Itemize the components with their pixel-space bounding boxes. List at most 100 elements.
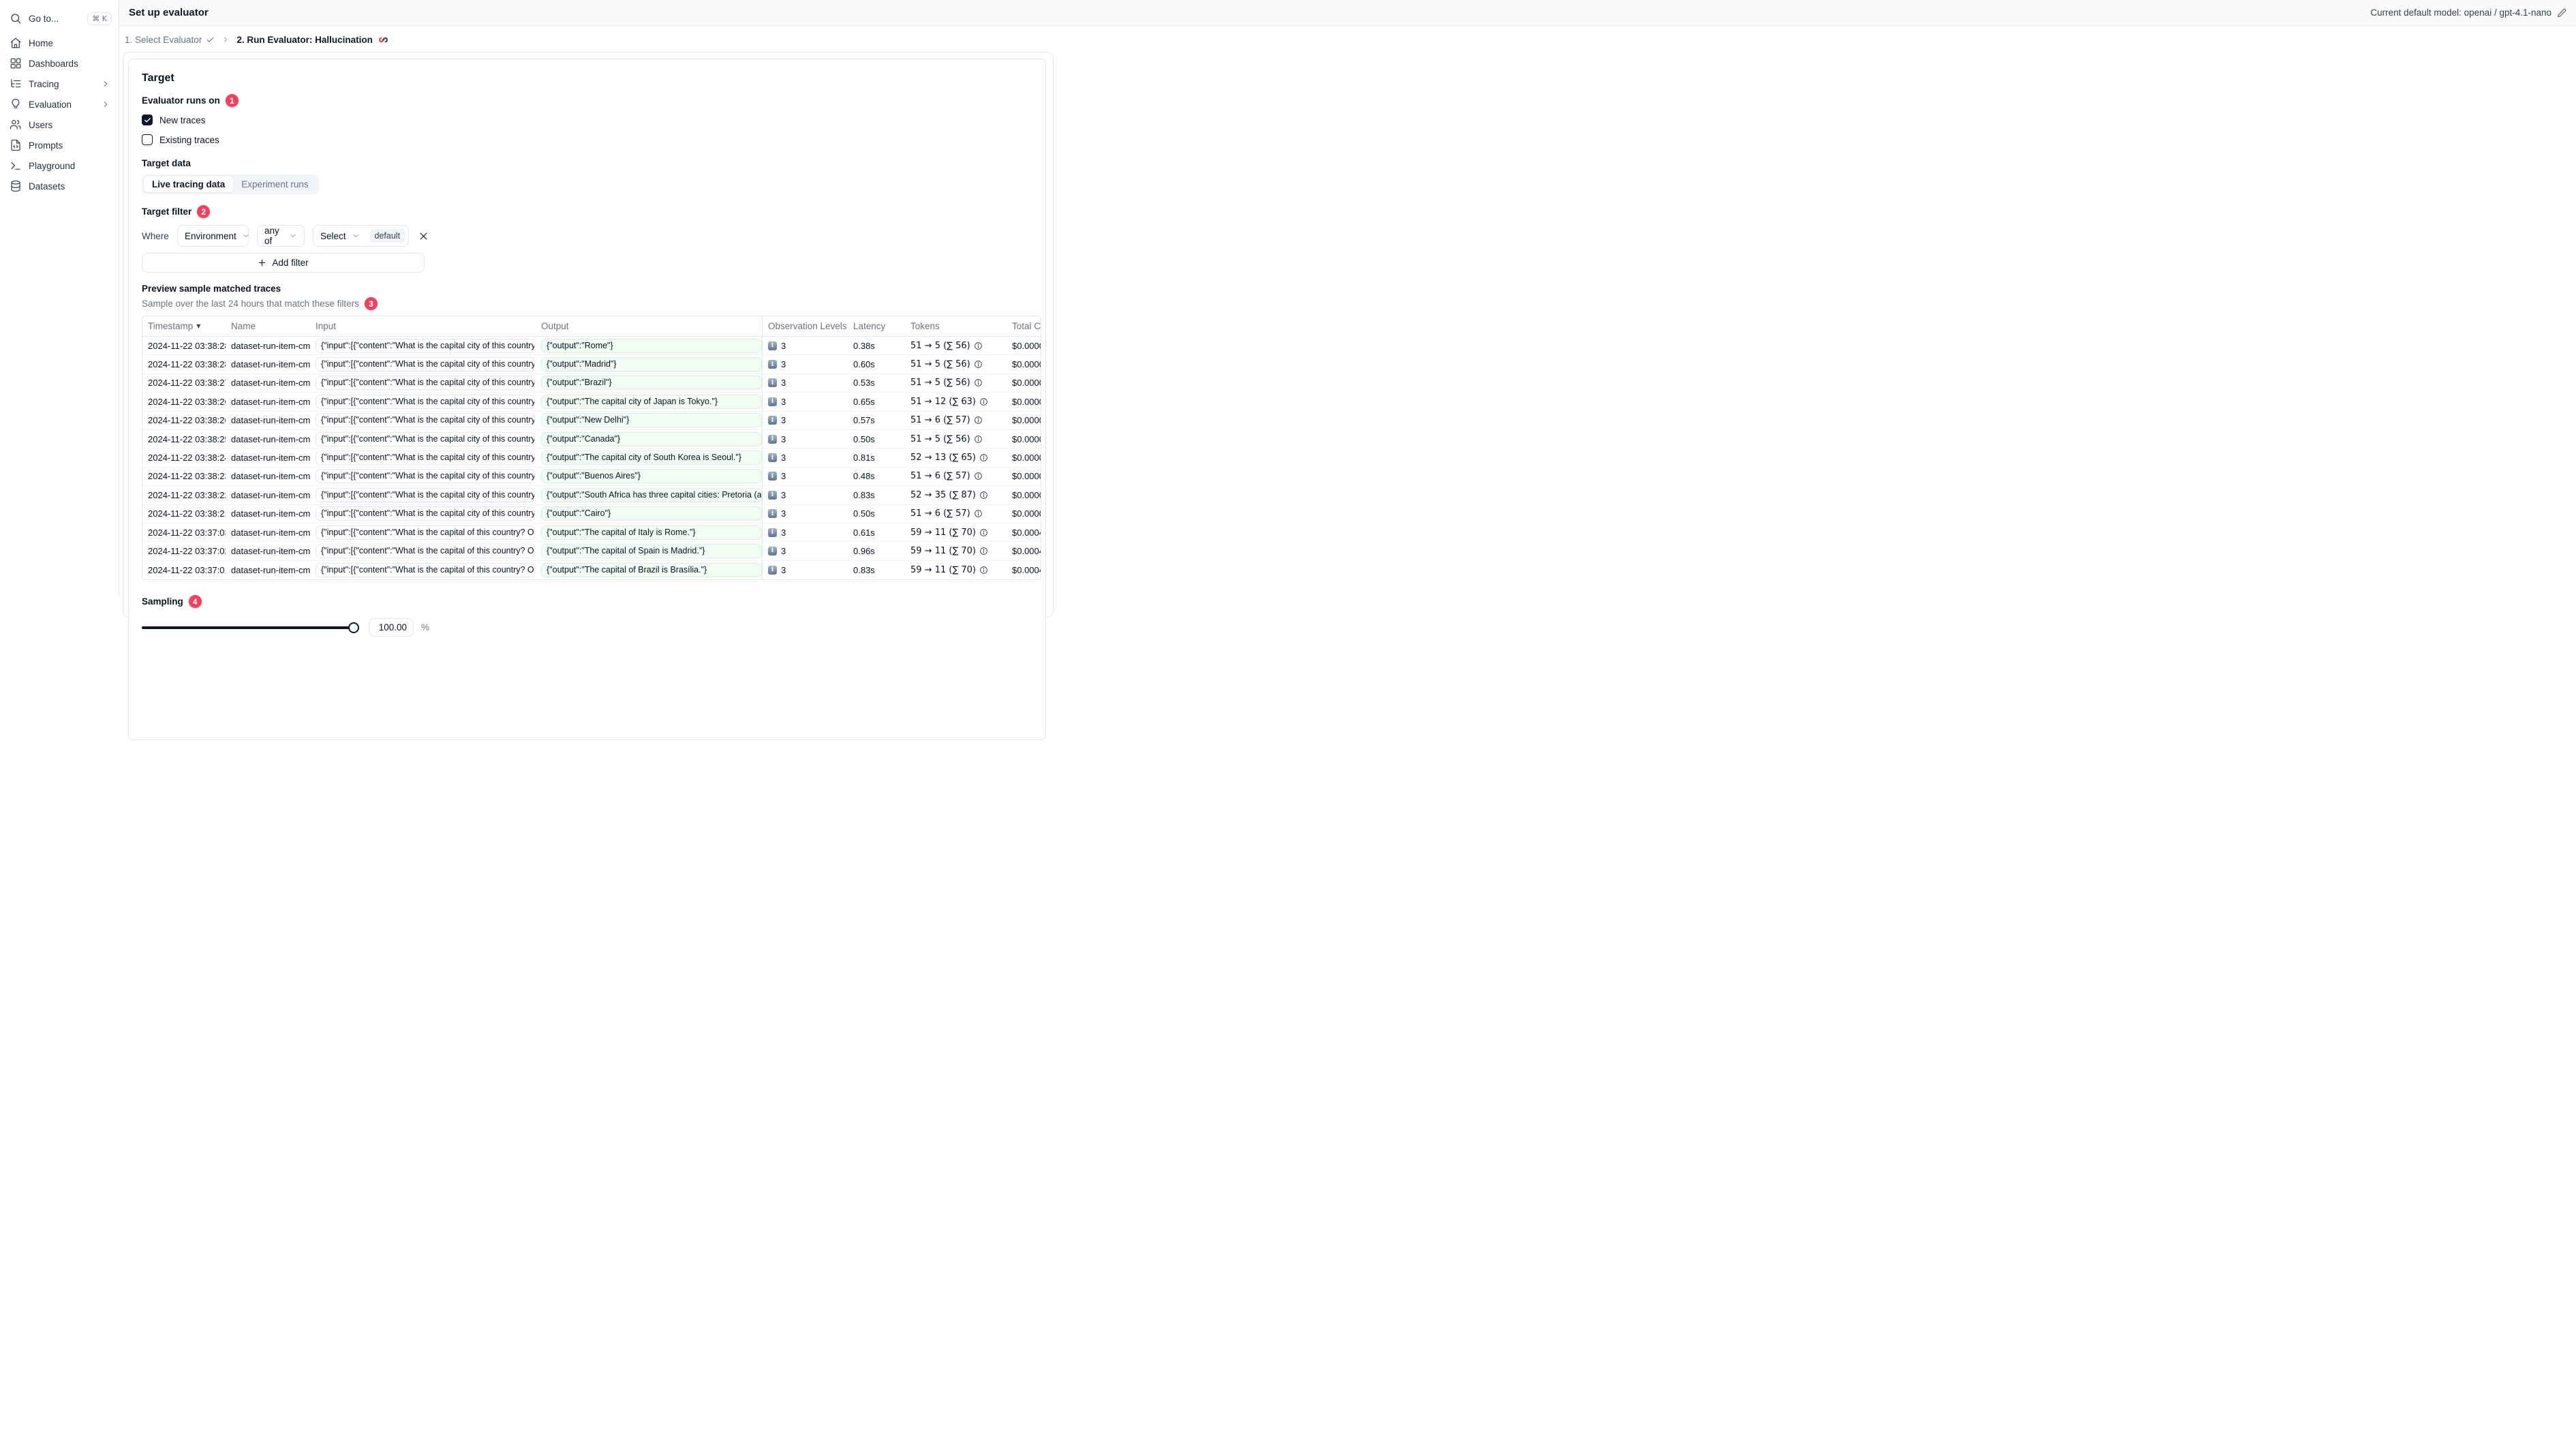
output-pill[interactable]: {"output":"Rome"} bbox=[541, 338, 762, 353]
add-filter-button[interactable]: Add filter bbox=[142, 253, 425, 273]
plus-icon bbox=[258, 258, 266, 267]
tab-experiment-runs[interactable]: Experiment runs bbox=[233, 177, 316, 192]
cell-total-cost: $0.000011 ( bbox=[1012, 433, 1041, 444]
step-badge-4: 4 bbox=[188, 595, 202, 609]
table-row: 2024-11-22 03:38:28 dataset-run-item-cm3… bbox=[142, 337, 1041, 356]
filter-value-select[interactable]: Select default bbox=[313, 225, 409, 247]
topbar: Set up evaluator Current default model: … bbox=[119, 0, 2576, 26]
sidebar-item-evaluation[interactable]: Evaluation bbox=[0, 94, 119, 115]
output-pill[interactable]: {"output":"The capital city of South Kor… bbox=[541, 451, 762, 466]
cell-observation-count: 3 bbox=[781, 340, 786, 351]
sidebar-item-prompts[interactable]: Prompts bbox=[0, 135, 119, 155]
filter-field-select[interactable]: Environment bbox=[177, 225, 249, 247]
output-pill[interactable]: {"output":"Brazil"} bbox=[541, 376, 762, 391]
cell-name: dataset-run-item-cm3s4 bbox=[231, 396, 310, 407]
input-pill[interactable]: {"input":[{"content":"What is the capita… bbox=[316, 413, 535, 428]
sidebar-item-datasets[interactable]: Datasets bbox=[0, 176, 119, 196]
checkbox-existing-traces[interactable]: Existing traces bbox=[142, 133, 1032, 147]
info-circle-icon[interactable] bbox=[979, 566, 988, 575]
home-icon bbox=[10, 37, 22, 49]
info-circle-icon[interactable] bbox=[979, 397, 988, 406]
checkbox-unchecked-icon[interactable] bbox=[142, 134, 153, 145]
sampling-value-input[interactable]: 100.00 bbox=[369, 618, 414, 637]
slider-handle[interactable] bbox=[348, 622, 359, 633]
info-circle-icon[interactable] bbox=[974, 378, 983, 387]
info-circle-icon[interactable] bbox=[974, 472, 983, 481]
cell-name: dataset-run-item-cm3s4 bbox=[231, 359, 310, 370]
sidebar-item-home[interactable]: Home bbox=[0, 33, 119, 53]
info-circle-icon[interactable] bbox=[974, 416, 983, 425]
goto-search[interactable]: Go to... ⌘ K bbox=[0, 7, 119, 30]
col-timestamp[interactable]: Timestamp ▼ bbox=[142, 316, 226, 336]
output-pill[interactable]: {"output":"The capital of Italy is Rome.… bbox=[541, 525, 762, 540]
cell-total-cost: $0.000011 ( bbox=[1012, 359, 1041, 370]
input-pill[interactable]: {"input":[{"content":"What is the capita… bbox=[316, 543, 535, 558]
cell-timestamp: 2024-11-22 03:37:01 bbox=[148, 564, 226, 575]
input-pill[interactable]: {"input":[{"content":"What is the capita… bbox=[316, 376, 535, 391]
input-pill[interactable]: {"input":[{"content":"What is the capita… bbox=[316, 487, 535, 502]
slider-track[interactable] bbox=[142, 626, 358, 629]
cell-total-cost: $0.00046 ( bbox=[1012, 545, 1041, 556]
sidebar-item-dashboards[interactable]: Dashboards bbox=[0, 53, 119, 74]
table-row: 2024-11-22 03:37:03 dataset-run-item-cm3… bbox=[142, 523, 1041, 543]
info-level-icon: i bbox=[768, 341, 777, 350]
step-badge-1: 1 bbox=[225, 94, 239, 107]
output-pill[interactable]: {"output":"The capital of Spain is Madri… bbox=[541, 543, 762, 558]
info-circle-icon[interactable] bbox=[974, 360, 983, 369]
sidebar-item-tracing[interactable]: Tracing bbox=[0, 74, 119, 94]
input-pill[interactable]: {"input":[{"content":"What is the capita… bbox=[316, 338, 535, 353]
info-circle-icon[interactable] bbox=[974, 341, 983, 350]
chevron-right-icon bbox=[101, 79, 110, 89]
output-pill[interactable]: {"output":"Buenos Aires"} bbox=[541, 469, 762, 484]
lightbulb-icon bbox=[10, 98, 22, 110]
input-pill[interactable]: {"input":[{"content":"What is the capita… bbox=[316, 506, 535, 521]
info-circle-icon[interactable] bbox=[979, 453, 988, 462]
table-row: 2024-11-22 03:38:26 dataset-run-item-cm3… bbox=[142, 411, 1041, 430]
info-circle-icon[interactable] bbox=[979, 547, 988, 555]
input-pill[interactable]: {"input":[{"content":"What is the capita… bbox=[316, 451, 535, 466]
percent-label: % bbox=[421, 622, 430, 633]
info-level-icon: i bbox=[768, 434, 777, 444]
cell-observation-count: 3 bbox=[781, 415, 786, 426]
info-circle-icon[interactable] bbox=[974, 435, 983, 444]
step-container: Target Evaluator runs on 1 New traces Ex… bbox=[123, 52, 1054, 740]
info-level-icon: i bbox=[768, 509, 777, 519]
checkbox-checked-icon[interactable] bbox=[142, 115, 153, 125]
input-pill[interactable]: {"input":[{"content":"What is the capita… bbox=[316, 357, 535, 372]
terminal-icon bbox=[10, 159, 22, 172]
sidebar-item-playground[interactable]: Playground bbox=[0, 155, 119, 176]
input-pill[interactable]: {"input":[{"content":"What is the capita… bbox=[316, 469, 535, 484]
input-pill[interactable]: {"input":[{"content":"What is the capita… bbox=[316, 525, 535, 540]
info-circle-icon[interactable] bbox=[979, 491, 988, 500]
output-pill[interactable]: {"output":"South Africa has three capita… bbox=[541, 487, 762, 502]
input-pill[interactable]: {"input":[{"content":"What is the capita… bbox=[316, 431, 535, 446]
breadcrumb-step1[interactable]: 1. Select Evaluator bbox=[125, 35, 215, 45]
file-code-icon bbox=[10, 139, 22, 151]
col-total-cost: Total Cost bbox=[1012, 321, 1041, 331]
output-pill[interactable]: {"output":"Canada"} bbox=[541, 431, 762, 446]
checkbox-new-traces[interactable]: New traces bbox=[142, 113, 1032, 127]
filter-operator-select[interactable]: any of bbox=[257, 225, 305, 247]
cell-observation-count: 3 bbox=[781, 471, 786, 482]
chevron-down-icon bbox=[352, 232, 360, 240]
tab-live-tracing-data[interactable]: Live tracing data bbox=[144, 177, 234, 192]
info-circle-icon[interactable] bbox=[974, 509, 983, 518]
output-pill[interactable]: {"output":"The capital city of Japan is … bbox=[541, 394, 762, 409]
edit-pencil-icon[interactable] bbox=[2557, 8, 2566, 18]
input-pill[interactable]: {"input":[{"content":"What is the capita… bbox=[316, 562, 535, 577]
input-pill[interactable]: {"input":[{"content":"What is the capita… bbox=[316, 394, 535, 409]
info-circle-icon[interactable] bbox=[979, 528, 988, 537]
output-pill[interactable]: {"output":"New Delhi"} bbox=[541, 413, 762, 428]
cell-timestamp: 2024-11-22 03:38:23 bbox=[148, 471, 226, 482]
table-row: 2024-11-22 03:38:21 dataset-run-item-cm3… bbox=[142, 504, 1041, 523]
remove-filter-button[interactable] bbox=[418, 231, 429, 241]
step-badge-2: 2 bbox=[197, 205, 211, 218]
info-level-icon: i bbox=[768, 360, 777, 369]
output-pill[interactable]: {"output":"The capital of Brazil is Bras… bbox=[541, 562, 762, 577]
sidebar-item-users[interactable]: Users bbox=[0, 115, 119, 135]
output-pill[interactable]: {"output":"Madrid"} bbox=[541, 357, 762, 372]
output-pill[interactable]: {"output":"Cairo"} bbox=[541, 506, 762, 521]
cell-tokens: 59 → 11 (∑ 70) bbox=[910, 527, 976, 538]
sampling-slider[interactable] bbox=[142, 622, 359, 633]
cell-tokens: 51 → 12 (∑ 63) bbox=[910, 396, 976, 407]
